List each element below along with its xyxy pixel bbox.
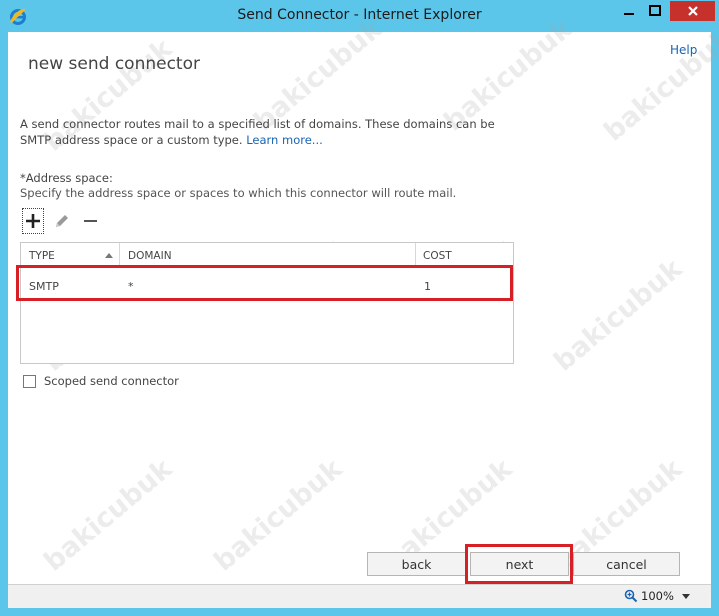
- sort-ascending-icon: [105, 253, 113, 258]
- cell-domain: *: [128, 280, 134, 293]
- scoped-send-connector-checkbox[interactable]: [23, 374, 36, 388]
- table-header: TYPE DOMAIN COST: [21, 243, 513, 266]
- zoom-control[interactable]: 100%: [624, 589, 690, 603]
- cell-type: SMTP: [29, 280, 59, 293]
- scoped-send-connector-option[interactable]: Scoped send connector: [23, 374, 179, 388]
- help-link[interactable]: Help: [670, 43, 697, 57]
- address-space-hint: Specify the address space or spaces to w…: [20, 186, 457, 200]
- minimize-button[interactable]: [617, 1, 641, 21]
- maximize-icon: [649, 5, 661, 16]
- remove-minus-icon[interactable]: [82, 212, 100, 230]
- table-row[interactable]: SMTP * 1: [21, 267, 513, 301]
- column-header-domain[interactable]: DOMAIN: [128, 243, 418, 266]
- minimize-icon: [624, 13, 634, 15]
- cancel-button[interactable]: cancel: [573, 552, 680, 576]
- chevron-down-icon: [681, 593, 690, 599]
- column-header-cost[interactable]: COST: [423, 243, 503, 266]
- address-space-table: TYPE DOMAIN COST SMTP * 1: [20, 242, 514, 364]
- back-button[interactable]: back: [367, 552, 466, 576]
- window-title: Send Connector - Internet Explorer: [237, 7, 482, 23]
- column-divider: [119, 243, 120, 266]
- title-bar: Send Connector - Internet Explorer: [0, 0, 719, 32]
- add-button[interactable]: [22, 208, 44, 234]
- next-button[interactable]: next: [470, 552, 569, 576]
- address-space-label: *Address space:: [20, 171, 113, 185]
- cell-cost: 1: [424, 280, 431, 293]
- status-bar: 100%: [8, 584, 711, 608]
- scoped-send-connector-label: Scoped send connector: [44, 374, 179, 388]
- plus-icon: [26, 214, 40, 228]
- zoom-level: 100%: [641, 589, 674, 603]
- maximize-button[interactable]: [643, 1, 667, 21]
- description: A send connector routes mail to a specif…: [20, 116, 500, 148]
- zoom-magnifier-icon: [624, 589, 638, 603]
- page-title: new send connector: [28, 54, 200, 74]
- learn-more-link[interactable]: Learn more...: [246, 133, 323, 147]
- close-button[interactable]: [670, 1, 715, 21]
- column-divider: [415, 243, 416, 266]
- close-icon: [687, 6, 698, 16]
- edit-pencil-icon[interactable]: [53, 212, 71, 230]
